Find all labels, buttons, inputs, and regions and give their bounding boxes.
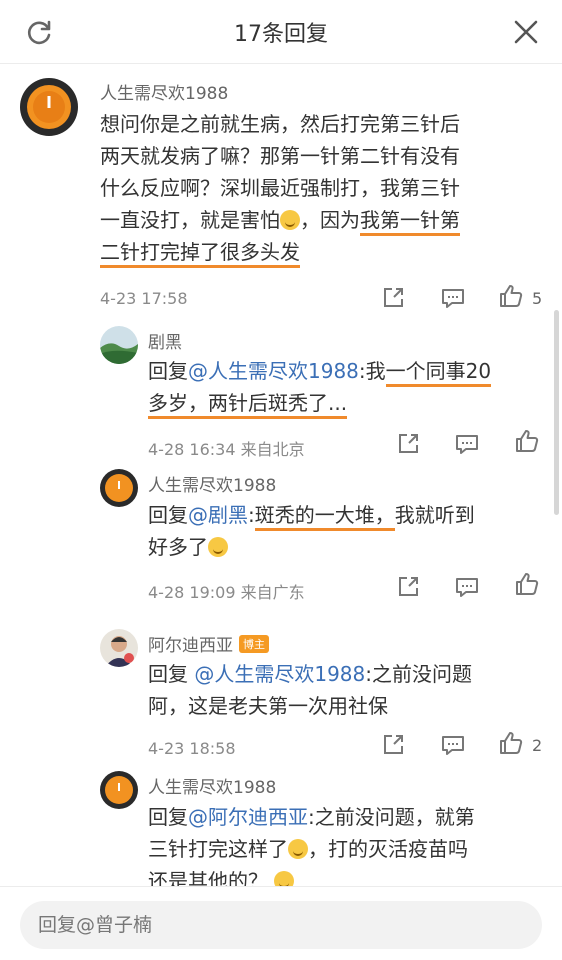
like-icon[interactable] (514, 571, 540, 597)
share-icon[interactable] (395, 574, 421, 600)
comment-username[interactable]: 人生需尽欢1988 (100, 79, 228, 104)
reply-input[interactable] (20, 901, 542, 949)
comment-text: 回复@阿尔迪西亚:之前没问题，就第 三针打完这样了 ，打的灭活疫苗吗 还是其他的？ (148, 801, 543, 886)
comment-text: 回复@人生需尽欢1988:我一个同事20 多岁，两针后斑秃了... (148, 355, 543, 419)
close-icon[interactable] (512, 18, 540, 46)
comment-username[interactable]: 人生需尽欢1988 (148, 471, 276, 496)
like-count: 5 (532, 289, 543, 308)
like-icon[interactable] (514, 428, 540, 454)
comment-time: 4-23 18:58 (148, 739, 236, 758)
page-title: 17条回复 (234, 22, 328, 47)
comment-username: 阿尔迪西亚 博主 (148, 631, 269, 656)
header: 17条回复 (0, 0, 562, 64)
comment-time: 4-28 19:09 来自广东 (148, 583, 305, 602)
author-badge: 博主 (239, 635, 269, 653)
reply-input-bar (0, 886, 562, 960)
laugh-cry-emoji-icon (280, 210, 300, 230)
comment-username[interactable]: 人生需尽欢1988 (148, 773, 276, 798)
comment-username[interactable]: 剧黑 (148, 328, 182, 353)
share-icon[interactable] (395, 431, 421, 457)
like-count: 2 (532, 736, 543, 755)
comment-icon[interactable] (440, 732, 466, 758)
mention-link[interactable]: @阿尔迪西亚 (188, 805, 308, 829)
share-icon[interactable] (380, 732, 406, 758)
comment-text: 回复@剧黑:斑秃的一大堆，我就听到 好多了 (148, 503, 475, 559)
laugh-cry-emoji-icon (288, 839, 308, 859)
comment-icon[interactable] (454, 431, 480, 457)
avatar[interactable] (100, 469, 138, 507)
comment-text: 想问你是之前就生病，然后打完第三针后 两天就发病了嘛？那第一针第二针有没有 什么… (100, 108, 540, 268)
reply-list[interactable]: 人生需尽欢1988 想问你是之前就生病，然后打完第三针后 两天就发病了嘛？那第一… (0, 64, 562, 886)
comment-icon[interactable] (454, 574, 480, 600)
scrollbar[interactable] (554, 310, 559, 515)
mention-link[interactable]: @人生需尽欢1988 (194, 662, 365, 686)
like-icon[interactable] (498, 283, 524, 309)
avatar[interactable] (100, 326, 138, 364)
comment-time: 4-23 17:58 (100, 289, 188, 308)
like-icon[interactable] (498, 730, 524, 756)
comment-text: 回复 @人生需尽欢1988:之前没问题 阿，这是老夫第一次用社保 (148, 662, 473, 718)
shocked-emoji-icon (274, 871, 295, 886)
share-icon[interactable] (380, 285, 406, 311)
laugh-cry-emoji-icon (208, 537, 228, 557)
mention-link[interactable]: @剧黑 (188, 503, 248, 527)
comment-icon[interactable] (440, 285, 466, 311)
avatar[interactable] (100, 771, 138, 809)
comment-time: 4-28 16:34 来自北京 (148, 440, 305, 459)
avatar[interactable] (100, 629, 138, 667)
mention-link[interactable]: @人生需尽欢1988 (188, 359, 359, 383)
avatar[interactable] (20, 78, 78, 136)
